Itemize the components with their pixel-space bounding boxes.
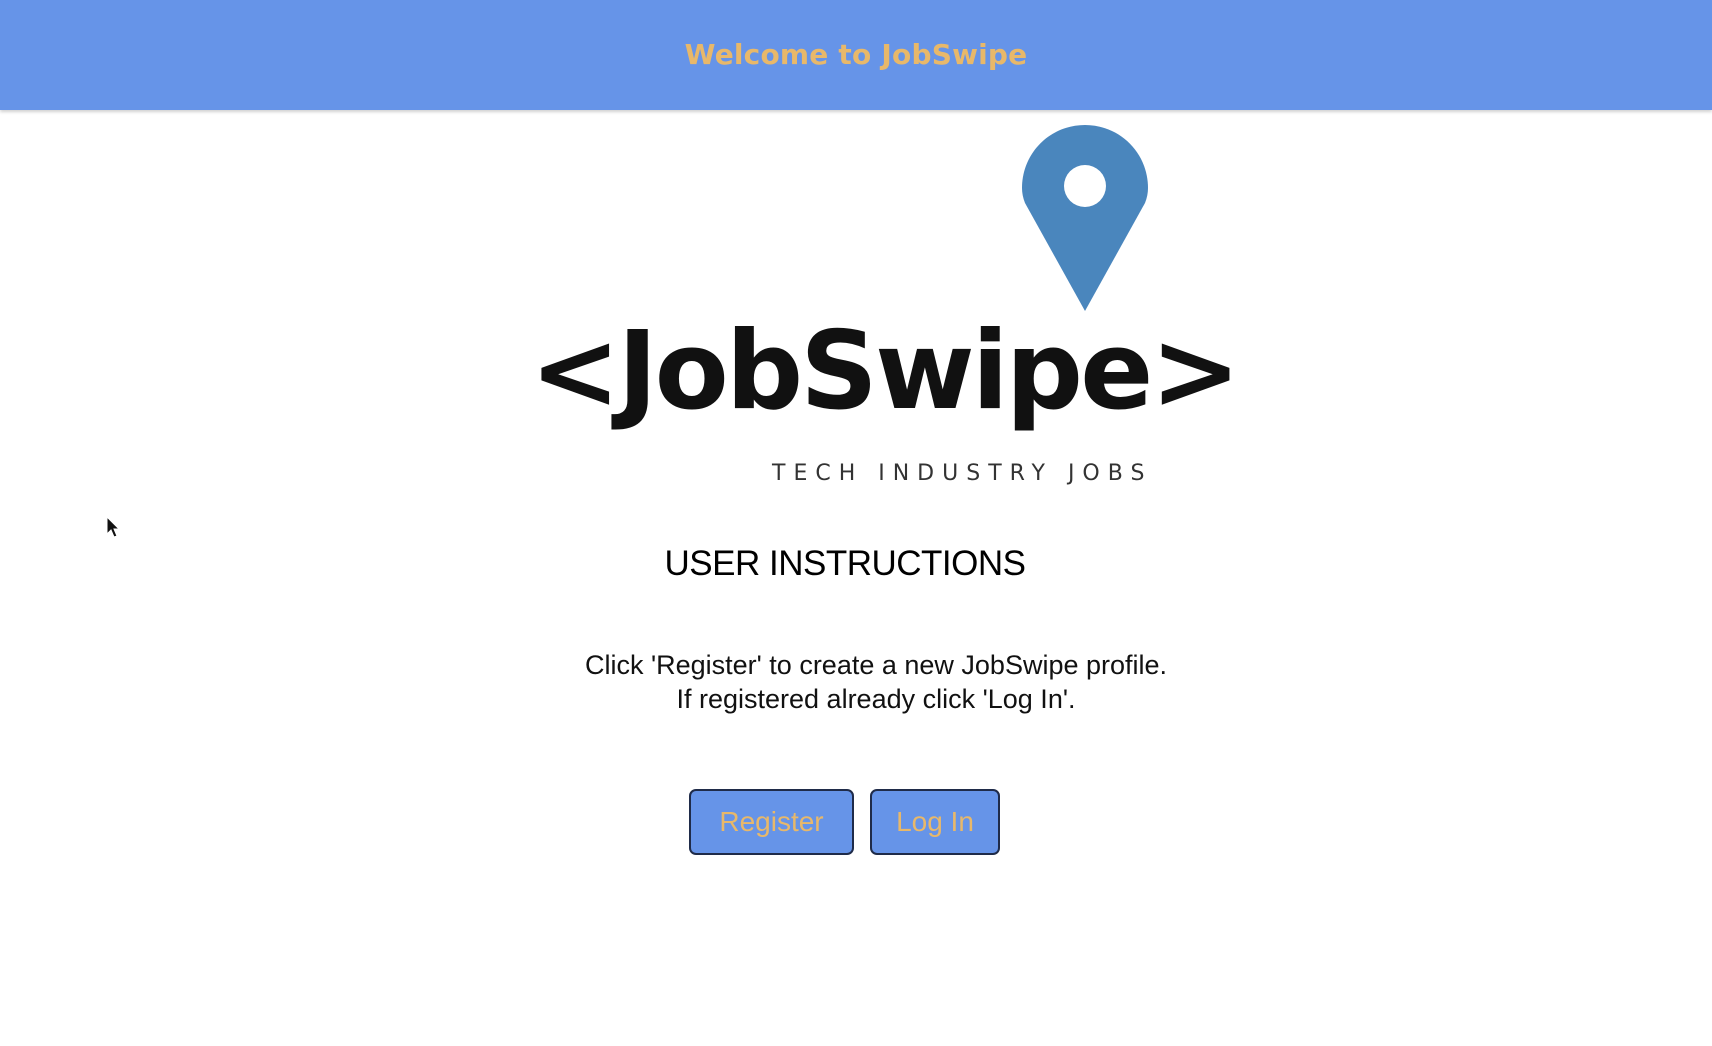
logo-tagline: TECH INDUSTRY JOBS [772,461,1153,486]
app-header: Welcome to JobSwipe [0,0,1712,110]
jobswipe-logo: <JobSwipe> TECH INDUSTRY JOBS [530,118,1241,498]
auth-buttons: Register Log In [689,789,1000,855]
login-button[interactable]: Log In [870,789,1000,855]
instructions-line-1: Click 'Register' to create a new JobSwip… [584,650,1168,680]
page-title: Welcome to JobSwipe [684,37,1028,71]
mouse-cursor-icon [106,516,121,538]
instructions-heading: USER INSTRUCTIONS [664,544,1026,583]
register-button[interactable]: Register [689,789,854,855]
instructions-line-2: If registered already click 'Log In'. [676,684,1076,714]
map-pin-icon [1022,125,1148,311]
logo-wordmark: <JobSwipe> [530,309,1241,434]
instructions-text: Click 'Register' to create a new JobSwip… [0,648,1712,716]
